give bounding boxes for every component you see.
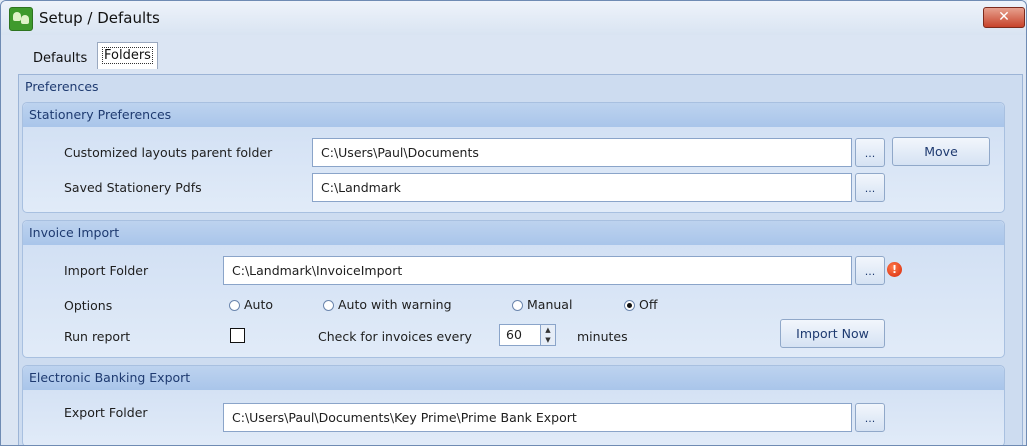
import-browse-button[interactable]: ... (855, 256, 885, 285)
minutes-label: minutes (577, 329, 628, 344)
check-interval-value: 60 (506, 327, 522, 342)
layouts-folder-label: Customized layouts parent folder (64, 145, 273, 160)
check-interval-label: Check for invoices every (318, 329, 472, 344)
preferences-title: Preferences (25, 79, 99, 94)
window-title: Setup / Defaults (39, 9, 160, 27)
import-now-button[interactable]: Import Now (780, 319, 885, 348)
import-folder-field[interactable]: C:\Landmark\InvoiceImport (223, 256, 852, 285)
option-auto-warning-radio[interactable] (323, 300, 334, 311)
tab-folders[interactable]: Folders (97, 42, 158, 69)
options-label: Options (64, 298, 113, 313)
saved-pdfs-label: Saved Stationery Pdfs (64, 180, 202, 195)
export-folder-field[interactable]: C:\Users\Paul\Documents\Key Prime\Prime … (223, 403, 852, 432)
option-manual-radio[interactable] (512, 300, 523, 311)
tab-defaults[interactable]: Defaults (28, 48, 92, 70)
option-manual-label: Manual (527, 297, 573, 312)
option-off-radio[interactable] (624, 300, 635, 311)
check-interval-stepper[interactable]: 60 ▲ ▼ (499, 324, 556, 346)
saved-pdfs-field[interactable]: C:\Landmark (312, 173, 852, 202)
pdfs-browse-button[interactable]: ... (855, 173, 885, 202)
setup-defaults-window: Setup / Defaults ✕ Defaults Folders Pref… (0, 0, 1027, 446)
run-report-checkbox[interactable] (230, 328, 245, 343)
layouts-folder-field[interactable]: C:\Users\Paul\Documents (312, 138, 852, 167)
import-folder-label: Import Folder (64, 263, 149, 278)
option-auto-radio[interactable] (229, 300, 240, 311)
run-report-label: Run report (64, 329, 131, 344)
export-folder-label: Export Folder (64, 405, 148, 420)
title-bar: Setup / Defaults ✕ (1, 1, 1026, 35)
export-browse-button[interactable]: ... (855, 403, 885, 432)
option-auto-warning-label: Auto with warning (338, 297, 452, 312)
app-logo-icon (9, 7, 33, 31)
stationery-preferences-header: Stationery Preferences (23, 103, 1004, 127)
tab-folders-label: Folders (102, 47, 153, 64)
stepper-arrows-icon[interactable]: ▲ ▼ (540, 325, 555, 345)
option-off-label: Off (639, 297, 658, 312)
invoice-import-header: Invoice Import (23, 221, 1004, 245)
warning-icon: ! (887, 262, 902, 277)
banking-export-header: Electronic Banking Export (23, 366, 1004, 390)
option-auto-label: Auto (244, 297, 274, 312)
close-button[interactable]: ✕ (983, 7, 1025, 28)
move-button[interactable]: Move (892, 137, 990, 166)
layouts-browse-button[interactable]: ... (855, 138, 885, 167)
